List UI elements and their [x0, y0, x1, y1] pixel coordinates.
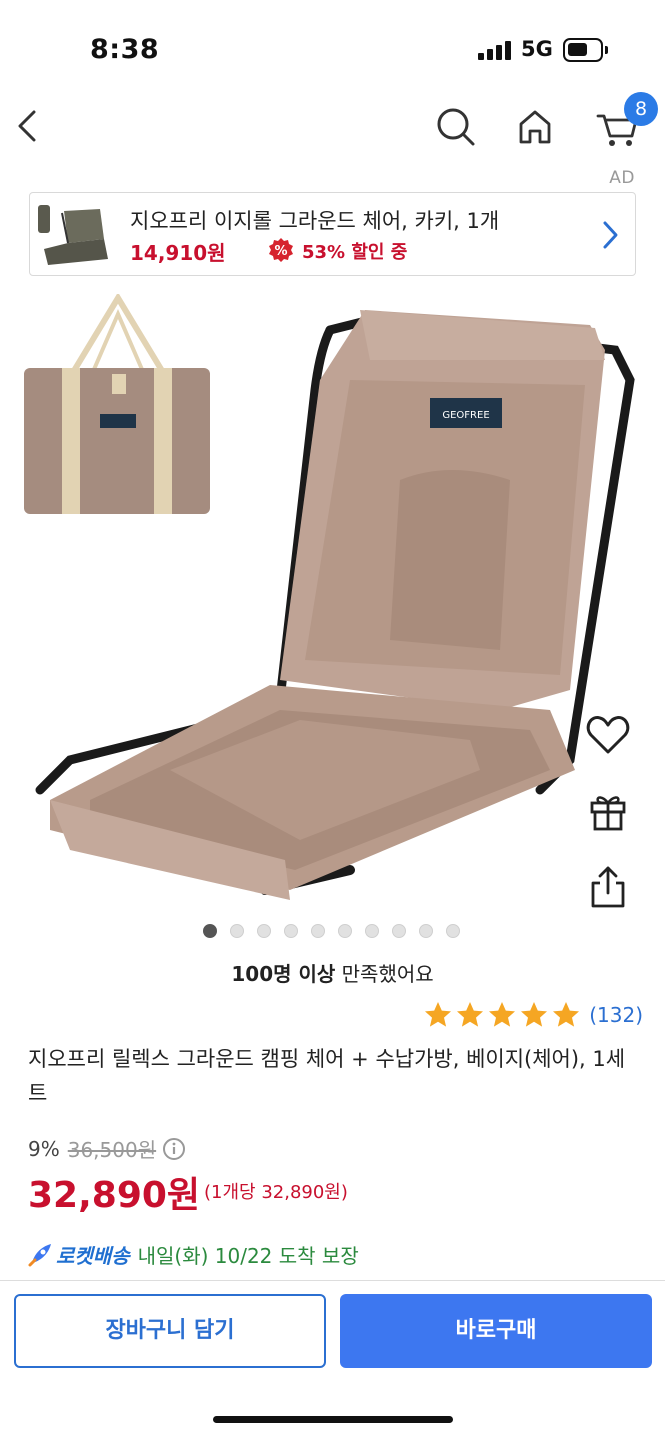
- rocket-delivery-label: 로켓배송: [56, 1244, 130, 1268]
- satisfaction-label: 만족했어요: [335, 962, 434, 986]
- status-bar: 8:38 5G: [0, 0, 665, 100]
- gallery-dot[interactable]: [311, 924, 325, 938]
- signal-icon: [478, 40, 512, 60]
- chevron-left-icon: [18, 110, 36, 142]
- star-icon: [521, 1002, 548, 1027]
- status-time: 8:38: [90, 34, 160, 65]
- gallery-dot[interactable]: [257, 924, 271, 938]
- share-button[interactable]: [585, 864, 631, 910]
- gallery-dot[interactable]: [203, 924, 217, 938]
- search-button[interactable]: [433, 104, 477, 148]
- delivery-info: 로켓배송 내일(화) 10/22 도착 보장: [26, 1240, 359, 1269]
- star-icon: [553, 1002, 580, 1027]
- buy-now-button[interactable]: 바로구매: [340, 1294, 652, 1368]
- star-icon: [489, 1002, 516, 1027]
- sale-price: 32,890원: [28, 1175, 201, 1216]
- discount-badge-icon: %: [269, 238, 293, 262]
- ad-price: 14,910원: [130, 241, 226, 265]
- back-button[interactable]: [8, 104, 52, 148]
- ad-label: AD: [609, 168, 635, 188]
- review-count[interactable]: (132): [589, 1003, 643, 1027]
- chevron-right-icon: [603, 221, 618, 249]
- wishlist-button[interactable]: [585, 712, 631, 758]
- share-icon: [591, 866, 625, 908]
- satisfaction-count: 100명 이상: [231, 962, 336, 986]
- home-button[interactable]: [513, 104, 557, 148]
- divider: [0, 1280, 665, 1281]
- gallery-dot[interactable]: [446, 924, 460, 938]
- discount-rate: 9%: [28, 1136, 60, 1161]
- ad-banner[interactable]: 지오프리 이지롤 그라운드 체어, 카키, 1개 14,910원 % 53% 할…: [29, 192, 636, 276]
- heart-icon: [586, 716, 630, 754]
- gift-icon: [590, 796, 626, 831]
- battery-icon: [563, 38, 608, 62]
- search-icon: [437, 108, 475, 146]
- gallery-dot[interactable]: [419, 924, 433, 938]
- home-indicator: [213, 1416, 453, 1423]
- star-icon: [457, 1002, 484, 1027]
- home-icon: [519, 110, 551, 144]
- gift-button[interactable]: [585, 788, 631, 834]
- rating[interactable]: (132): [423, 1000, 643, 1030]
- product-title: 지오프리 릴렉스 그라운드 캠핑 체어 + 수납가방, 베이지(체어), 1세트: [28, 1047, 626, 1105]
- top-nav: [0, 92, 665, 167]
- star-rating: [423, 1000, 581, 1030]
- cart-count-badge: 8: [624, 92, 658, 126]
- delivery-date: 내일(화) 10/22 도착 보장: [137, 1244, 359, 1268]
- star-icon: [425, 1002, 452, 1027]
- satisfaction-text: 100명 이상 만족했어요: [0, 958, 665, 987]
- rocket-icon: [28, 1243, 51, 1266]
- gallery-dot[interactable]: [338, 924, 352, 938]
- svg-text:GEOFREE: GEOFREE: [442, 410, 489, 421]
- gallery-dot[interactable]: [392, 924, 406, 938]
- original-price: 36,500원: [67, 1138, 157, 1162]
- gallery-dot[interactable]: [284, 924, 298, 938]
- gallery-dot[interactable]: [365, 924, 379, 938]
- ad-product-thumbnail: [38, 205, 108, 265]
- price-original-row: 9% 36,500원: [28, 1134, 186, 1163]
- camping-chair-image: GEOFREE: [35, 310, 635, 900]
- unit-price: (1개당 32,890원): [204, 1182, 348, 1203]
- ad-title: 지오프리 이지롤 그라운드 체어, 카키, 1개: [130, 209, 500, 233]
- network-type: 5G: [521, 37, 553, 61]
- info-icon[interactable]: [162, 1137, 186, 1161]
- gallery-pagination[interactable]: [203, 924, 460, 938]
- svg-text:%: %: [274, 244, 287, 259]
- gallery-dot[interactable]: [230, 924, 244, 938]
- add-to-cart-button[interactable]: 장바구니 담기: [14, 1294, 326, 1368]
- ad-discount: 53% 할인 중: [302, 242, 408, 263]
